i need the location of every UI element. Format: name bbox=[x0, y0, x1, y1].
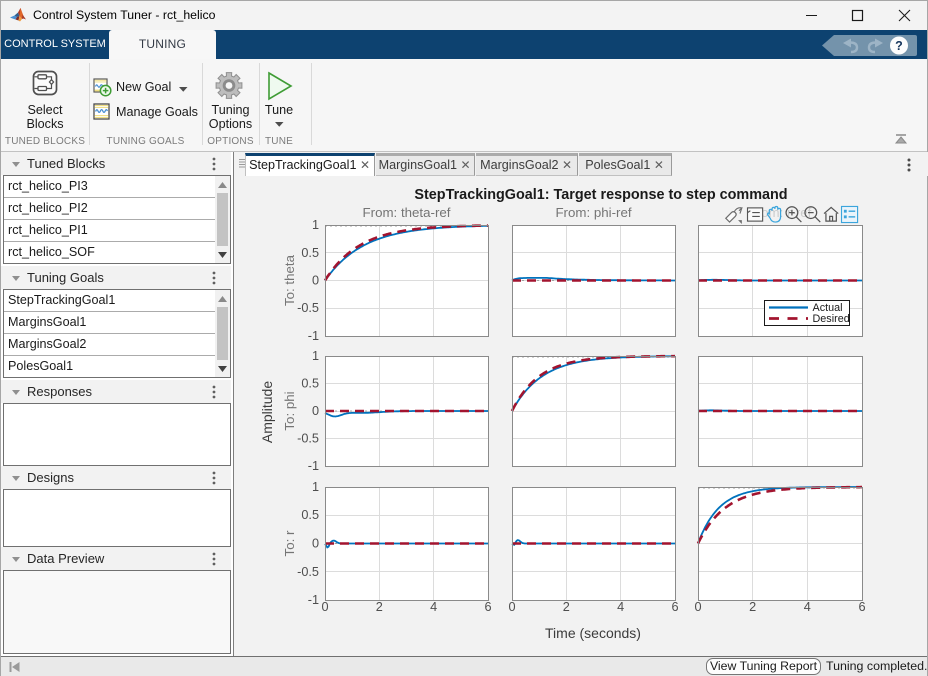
svg-text:2: 2 bbox=[563, 600, 570, 614]
svg-text:-0.5: -0.5 bbox=[297, 301, 319, 315]
svg-text:Desired: Desired bbox=[813, 313, 850, 325]
svg-text:0: 0 bbox=[312, 274, 319, 288]
svg-text:StepTrackingGoal1: Target resp: StepTrackingGoal1: Target response to st… bbox=[414, 187, 787, 203]
svg-text:-0.5: -0.5 bbox=[297, 565, 319, 579]
svg-text:4: 4 bbox=[804, 600, 811, 614]
svg-text:4: 4 bbox=[430, 600, 437, 614]
svg-text:From: phi-ref: From: phi-ref bbox=[555, 205, 631, 220]
svg-text:6: 6 bbox=[484, 600, 491, 614]
svg-text:Amplitude: Amplitude bbox=[259, 381, 275, 443]
svg-text:2: 2 bbox=[749, 600, 756, 614]
svg-text:From: theta-ref: From: theta-ref bbox=[363, 205, 451, 220]
svg-text:0.5: 0.5 bbox=[301, 246, 319, 260]
svg-text:0.5: 0.5 bbox=[301, 508, 319, 522]
svg-text:-0.5: -0.5 bbox=[297, 432, 319, 446]
svg-text:-1: -1 bbox=[308, 593, 319, 607]
svg-text:To: phi: To: phi bbox=[282, 391, 297, 430]
svg-text:To: r: To: r bbox=[282, 530, 297, 556]
svg-text:0: 0 bbox=[508, 600, 515, 614]
svg-text:0: 0 bbox=[312, 537, 319, 551]
svg-text:4: 4 bbox=[617, 600, 624, 614]
svg-text:0: 0 bbox=[321, 600, 328, 614]
svg-text:0: 0 bbox=[312, 404, 319, 418]
svg-text:-1: -1 bbox=[308, 459, 319, 473]
svg-text:6: 6 bbox=[858, 600, 865, 614]
svg-text:0.5: 0.5 bbox=[301, 377, 319, 391]
svg-text:2: 2 bbox=[376, 600, 383, 614]
svg-text:6: 6 bbox=[671, 600, 678, 614]
svg-text:0: 0 bbox=[694, 600, 701, 614]
svg-text:-1: -1 bbox=[308, 329, 319, 343]
svg-text:1: 1 bbox=[312, 349, 319, 363]
svg-text:1: 1 bbox=[312, 480, 319, 494]
svg-text:Time (seconds): Time (seconds) bbox=[545, 625, 641, 641]
svg-text:1: 1 bbox=[312, 218, 319, 232]
svg-text:To: theta: To: theta bbox=[282, 254, 297, 306]
